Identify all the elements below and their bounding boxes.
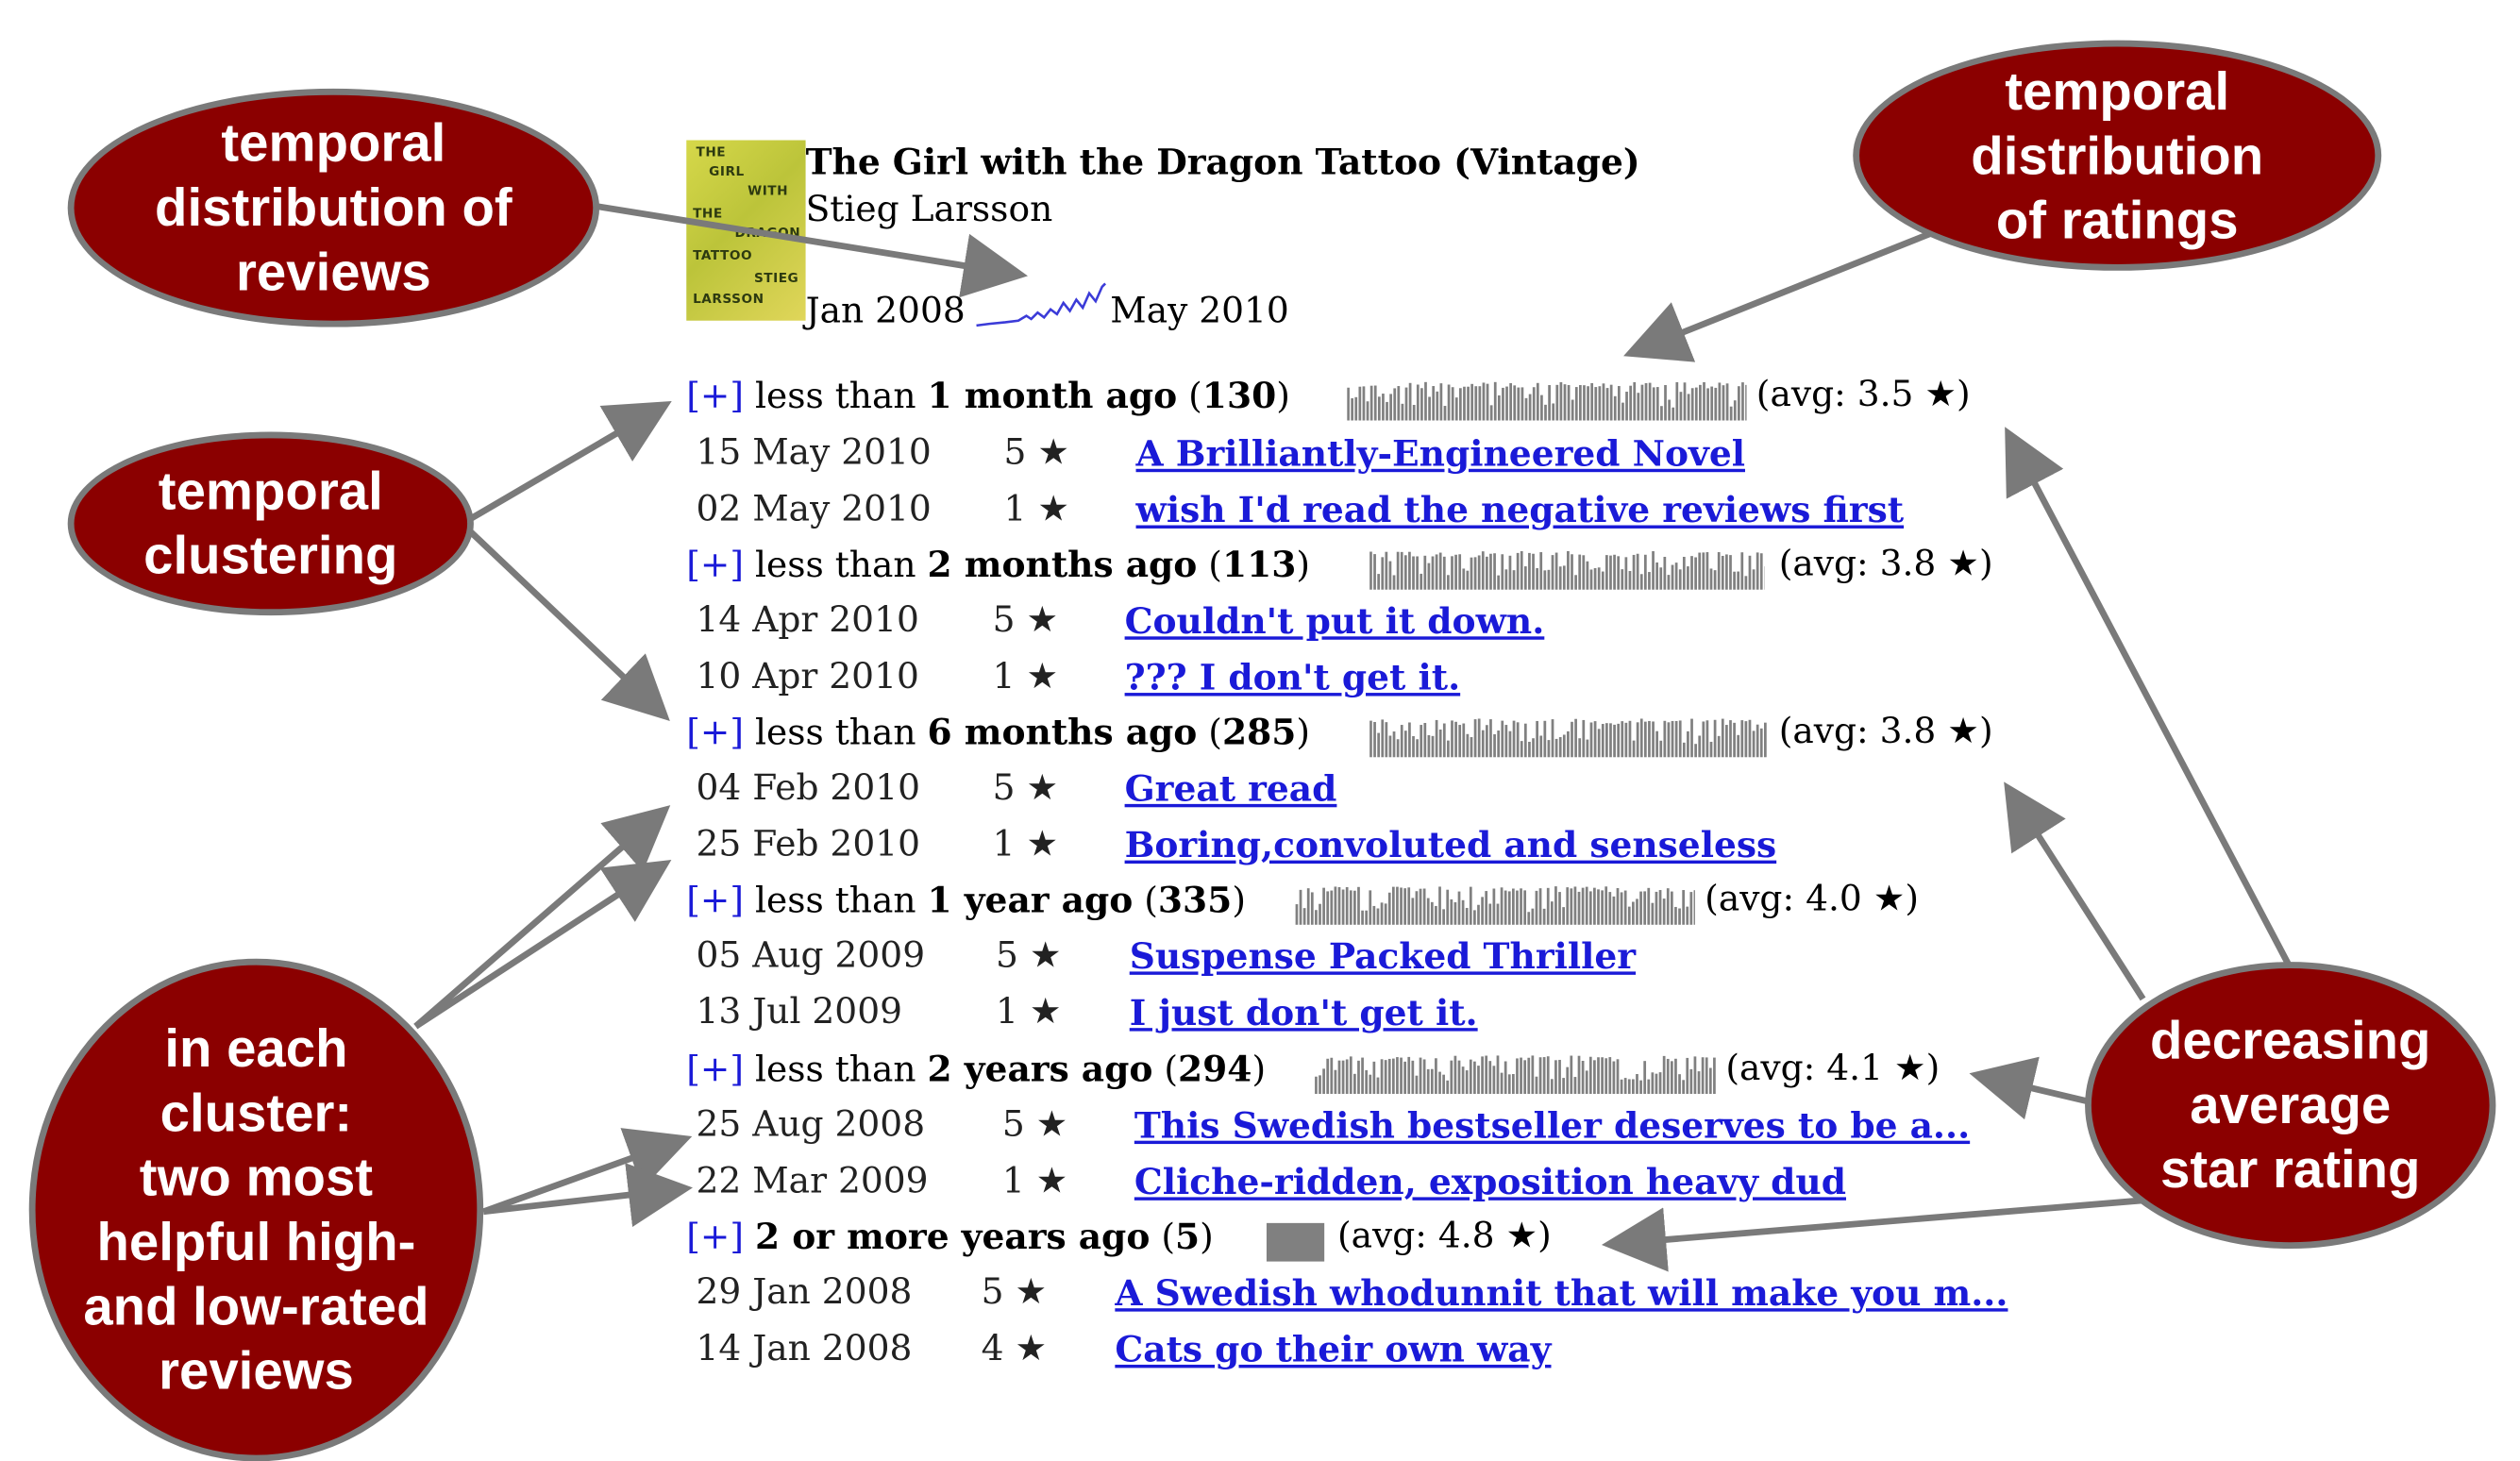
annotation-text: temporal clustering — [143, 460, 397, 589]
annotation-text: temporal distribution of ratings — [1971, 59, 2263, 252]
arrow-helpful-1 — [415, 814, 660, 1026]
annotation-ratings-distribution: temporal distribution of ratings — [1853, 41, 2381, 271]
annotation-reviews-distribution: temporal distribution of reviews — [68, 89, 599, 327]
arrow-reviews-distribution — [596, 207, 1016, 275]
arrow-decreasing-3 — [1982, 1076, 2098, 1103]
arrow-decreasing-4 — [1615, 1201, 2143, 1244]
arrow-decreasing-1 — [2011, 438, 2289, 964]
annotation-decreasing-rating: decreasing average star rating — [2085, 962, 2495, 1249]
arrow-helpful-2 — [415, 866, 660, 1026]
arrow-decreasing-2 — [2011, 793, 2143, 999]
annotation-helpful-reviews: in each cluster: two most helpful high- … — [29, 959, 483, 1461]
annotation-text: temporal distribution of reviews — [155, 111, 512, 305]
arrow-ratings-distribution — [1636, 234, 1930, 352]
annotation-text: decreasing average star rating — [2150, 1009, 2430, 1202]
arrow-clustering-1 — [470, 408, 660, 519]
arrow-clustering-2 — [470, 531, 660, 712]
annotation-text: in each cluster: two most helpful high- … — [83, 1016, 428, 1403]
annotation-clustering: temporal clustering — [68, 432, 474, 616]
